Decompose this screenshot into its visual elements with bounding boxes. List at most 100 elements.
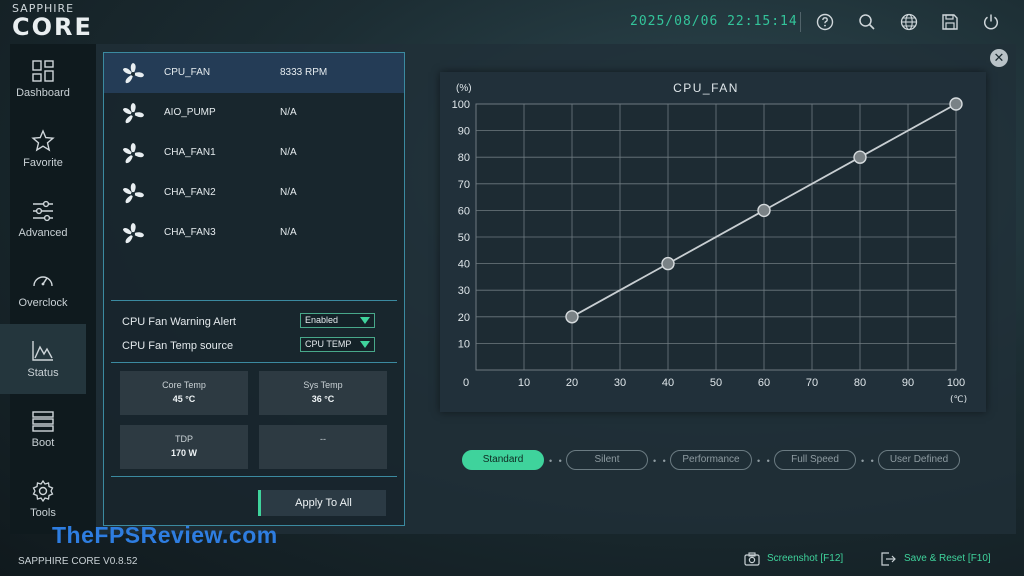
sys-temp-label: Sys Temp: [303, 380, 343, 390]
fan-icon: [123, 63, 144, 84]
curve-point-handle[interactable]: [949, 97, 963, 111]
core-temp-card: Core Temp 45 °C: [120, 371, 248, 415]
y-tick-label: 40: [458, 259, 470, 271]
sidebar-item-dashboard[interactable]: Dashboard: [0, 44, 86, 114]
datetime: 2025/08/06 22:15:14: [630, 14, 798, 29]
sys-temp-value: 36 °C: [311, 394, 335, 404]
close-icon: ✕: [993, 50, 1005, 65]
dropdown-value: CPU TEMP: [305, 339, 352, 349]
y-tick-label: 60: [458, 205, 470, 217]
tdp-label: TDP: [175, 434, 193, 444]
x-tick-label: 30: [614, 377, 626, 389]
dropdown-arrow-icon: [360, 341, 370, 348]
chart-title: CPU_FAN: [673, 81, 739, 95]
curve-point-handle[interactable]: [565, 310, 579, 324]
sidebar-item-favorite[interactable]: Favorite: [0, 114, 86, 184]
sidebar-item-label: Tools: [30, 507, 56, 519]
x-tick-label: 40: [662, 377, 674, 389]
divider: [111, 476, 397, 477]
y-tick-label: 30: [458, 285, 470, 297]
x-tick-label: 80: [854, 377, 866, 389]
globe-icon[interactable]: [899, 12, 919, 32]
fan-row-cha-fan2[interactable]: CHA_FAN2 N/A: [104, 173, 404, 213]
gear-icon: [32, 479, 54, 503]
mode-performance-button[interactable]: Performance: [670, 450, 752, 470]
save-reset-button[interactable]: Save & Reset [F10]: [904, 553, 991, 564]
sidebar-item-boot[interactable]: Boot: [0, 394, 86, 464]
sidebar-item-label: Favorite: [23, 157, 63, 169]
power-icon[interactable]: [981, 12, 1001, 32]
fan-curve-svg[interactable]: CPU_FAN (%) (℃) 10 20 30 40 50 60 70 80 90 100 0 10 20 3…: [440, 72, 986, 412]
x-tick-label: 70: [806, 377, 818, 389]
dashboard-icon: [32, 60, 54, 82]
watermark: TheFPSReview.com: [52, 522, 278, 548]
search-icon[interactable]: [857, 12, 877, 32]
sidebar-item-overclock[interactable]: Overclock: [0, 254, 86, 324]
y-tick-label: 100: [452, 99, 470, 111]
temp-source-dropdown[interactable]: CPU TEMP: [300, 337, 375, 352]
empty-value: --: [320, 434, 326, 444]
divider: [111, 362, 397, 363]
fan-name: CPU_FAN: [164, 67, 211, 78]
close-button[interactable]: ✕: [990, 49, 1008, 67]
sapphire-core-logo: SAPPHIRE CORE: [12, 2, 122, 42]
sidebar-item-advanced[interactable]: Advanced: [0, 184, 86, 254]
sidebar-item-label: Dashboard: [16, 87, 70, 99]
y-tick-label: 50: [458, 232, 470, 244]
fan-name: CHA_FAN3: [164, 227, 216, 238]
version-label: SAPPHIRE CORE V0.8.52: [18, 556, 138, 567]
y-axis-label: (%): [456, 83, 472, 94]
mode-user-defined-button[interactable]: User Defined: [878, 450, 960, 470]
tdp-value: 170 W: [170, 448, 197, 458]
x-tick-label: 100: [947, 377, 965, 389]
sidebar-item-label: Boot: [31, 437, 55, 449]
core-temp-value: 45 °C: [172, 394, 196, 404]
fan-icon: [123, 103, 144, 124]
dropdown-value: Enabled: [305, 315, 339, 325]
warning-alert-dropdown[interactable]: Enabled: [300, 313, 375, 328]
fan-name: AIO_PUMP: [164, 107, 216, 118]
help-icon[interactable]: [815, 12, 835, 32]
x-tick-label: 20: [566, 377, 578, 389]
y-tick-label: 70: [458, 179, 470, 191]
mode-separator: • •: [861, 456, 876, 466]
fan-speed: N/A: [280, 147, 297, 158]
dropdown-arrow-icon: [360, 317, 370, 324]
fan-name: CHA_FAN1: [164, 147, 216, 158]
sidebar-item-label: Advanced: [18, 227, 68, 239]
fan-icon: [123, 183, 144, 204]
fan-row-cha-fan3[interactable]: CHA_FAN3 N/A: [104, 213, 404, 253]
curve-point-handle[interactable]: [757, 203, 771, 218]
sidebar-item-label: Overclock: [18, 297, 68, 309]
mode-standard-button[interactable]: Standard: [462, 450, 544, 470]
x-axis-label: (℃): [950, 395, 967, 405]
fan-speed: N/A: [280, 187, 297, 198]
fan-speed: N/A: [280, 227, 297, 238]
status-chart-icon: [32, 341, 53, 361]
exit-icon[interactable]: [880, 551, 896, 567]
warning-alert-label: CPU Fan Warning Alert: [122, 316, 236, 328]
mode-full-speed-button[interactable]: Full Speed: [774, 450, 856, 470]
header-divider: [800, 12, 801, 32]
mode-silent-button[interactable]: Silent: [566, 450, 648, 470]
x-tick-label: 0: [463, 377, 469, 389]
sidebar-item-status[interactable]: Status: [0, 324, 86, 394]
fan-row-aio-pump[interactable]: AIO_PUMP N/A: [104, 93, 404, 133]
fan-icon: [123, 143, 144, 164]
gauge-icon: [33, 276, 53, 287]
apply-to-all-button[interactable]: Apply To All: [258, 490, 386, 516]
divider: [111, 300, 397, 301]
x-tick-label: 90: [902, 377, 914, 389]
x-tick-label: 60: [758, 377, 770, 389]
camera-icon[interactable]: [744, 551, 760, 567]
sidebar-item-label: Status: [27, 367, 59, 379]
fan-row-cha-fan1[interactable]: CHA_FAN1 N/A: [104, 133, 404, 173]
curve-point-handle[interactable]: [853, 150, 867, 164]
fan-row-cpu-fan[interactable]: CPU_FAN 8333 RPM: [104, 53, 404, 93]
curve-point-handle[interactable]: [661, 256, 675, 271]
screenshot-button[interactable]: Screenshot [F12]: [767, 553, 843, 564]
x-tick-label: 50: [710, 377, 722, 389]
y-tick-label: 90: [458, 126, 470, 138]
y-tick-label: 10: [458, 338, 470, 350]
save-icon[interactable]: [940, 12, 960, 32]
